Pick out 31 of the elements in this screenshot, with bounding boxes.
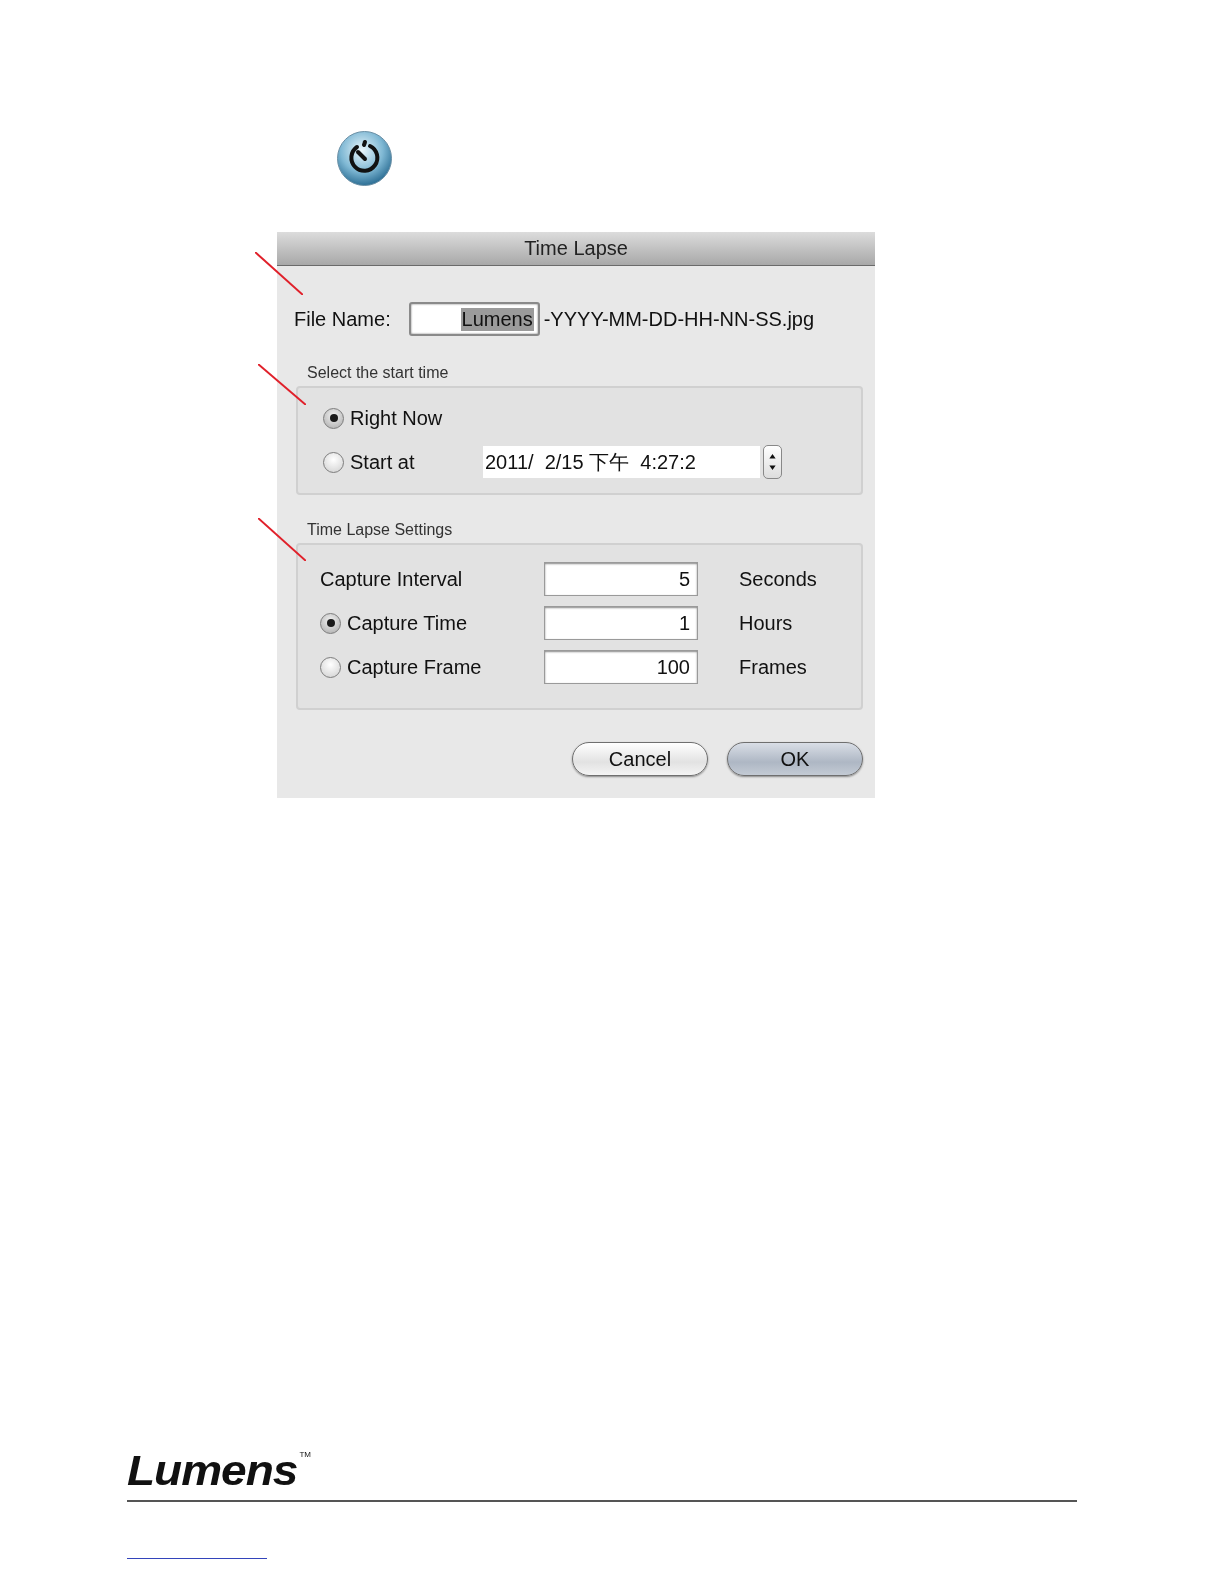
window-title: Time Lapse: [524, 237, 628, 260]
leader-line: [255, 252, 303, 295]
radio-button[interactable]: [323, 407, 344, 429]
unit-label: Frames: [739, 655, 807, 679]
leader-line: [258, 364, 306, 405]
radio-label: Start at: [350, 450, 415, 474]
radio-button[interactable]: [320, 612, 341, 634]
group-title: Select the start time: [307, 364, 450, 382]
radio-label: Right Now: [350, 406, 443, 430]
number-field[interactable]: 5: [544, 562, 698, 596]
group-title: Time Lapse Settings: [307, 521, 454, 539]
file-name-field[interactable]: Lumens: [408, 302, 540, 336]
radio-button[interactable]: [323, 451, 344, 473]
cancel-button[interactable]: Cancel: [572, 742, 708, 776]
logo: Lumens: [127, 1449, 298, 1491]
date-time-field[interactable]: 2011/ 2/15 下午 4:27:2: [483, 446, 760, 478]
stepper-icon[interactable]: [763, 445, 782, 479]
file-name-suffix: -YYYY-MM-DD-HH-NN-SS.jpg: [543, 307, 815, 331]
timer-icon[interactable]: [336, 130, 393, 187]
radio-label: Capture Time: [347, 611, 468, 635]
radio-label: Capture Frame: [347, 655, 482, 679]
field-label: Capture Interval: [320, 567, 463, 591]
unit-label: Hours: [739, 611, 793, 635]
ok-button[interactable]: OK: [727, 742, 863, 776]
number-field[interactable]: 100: [544, 650, 698, 684]
number-field[interactable]: 1: [544, 606, 698, 640]
field-label: File Name:: [294, 307, 391, 331]
unit-label: Seconds: [739, 567, 817, 591]
radio-button[interactable]: [320, 656, 341, 678]
leader-line: [258, 518, 306, 561]
trademark: TM: [299, 1450, 311, 1459]
